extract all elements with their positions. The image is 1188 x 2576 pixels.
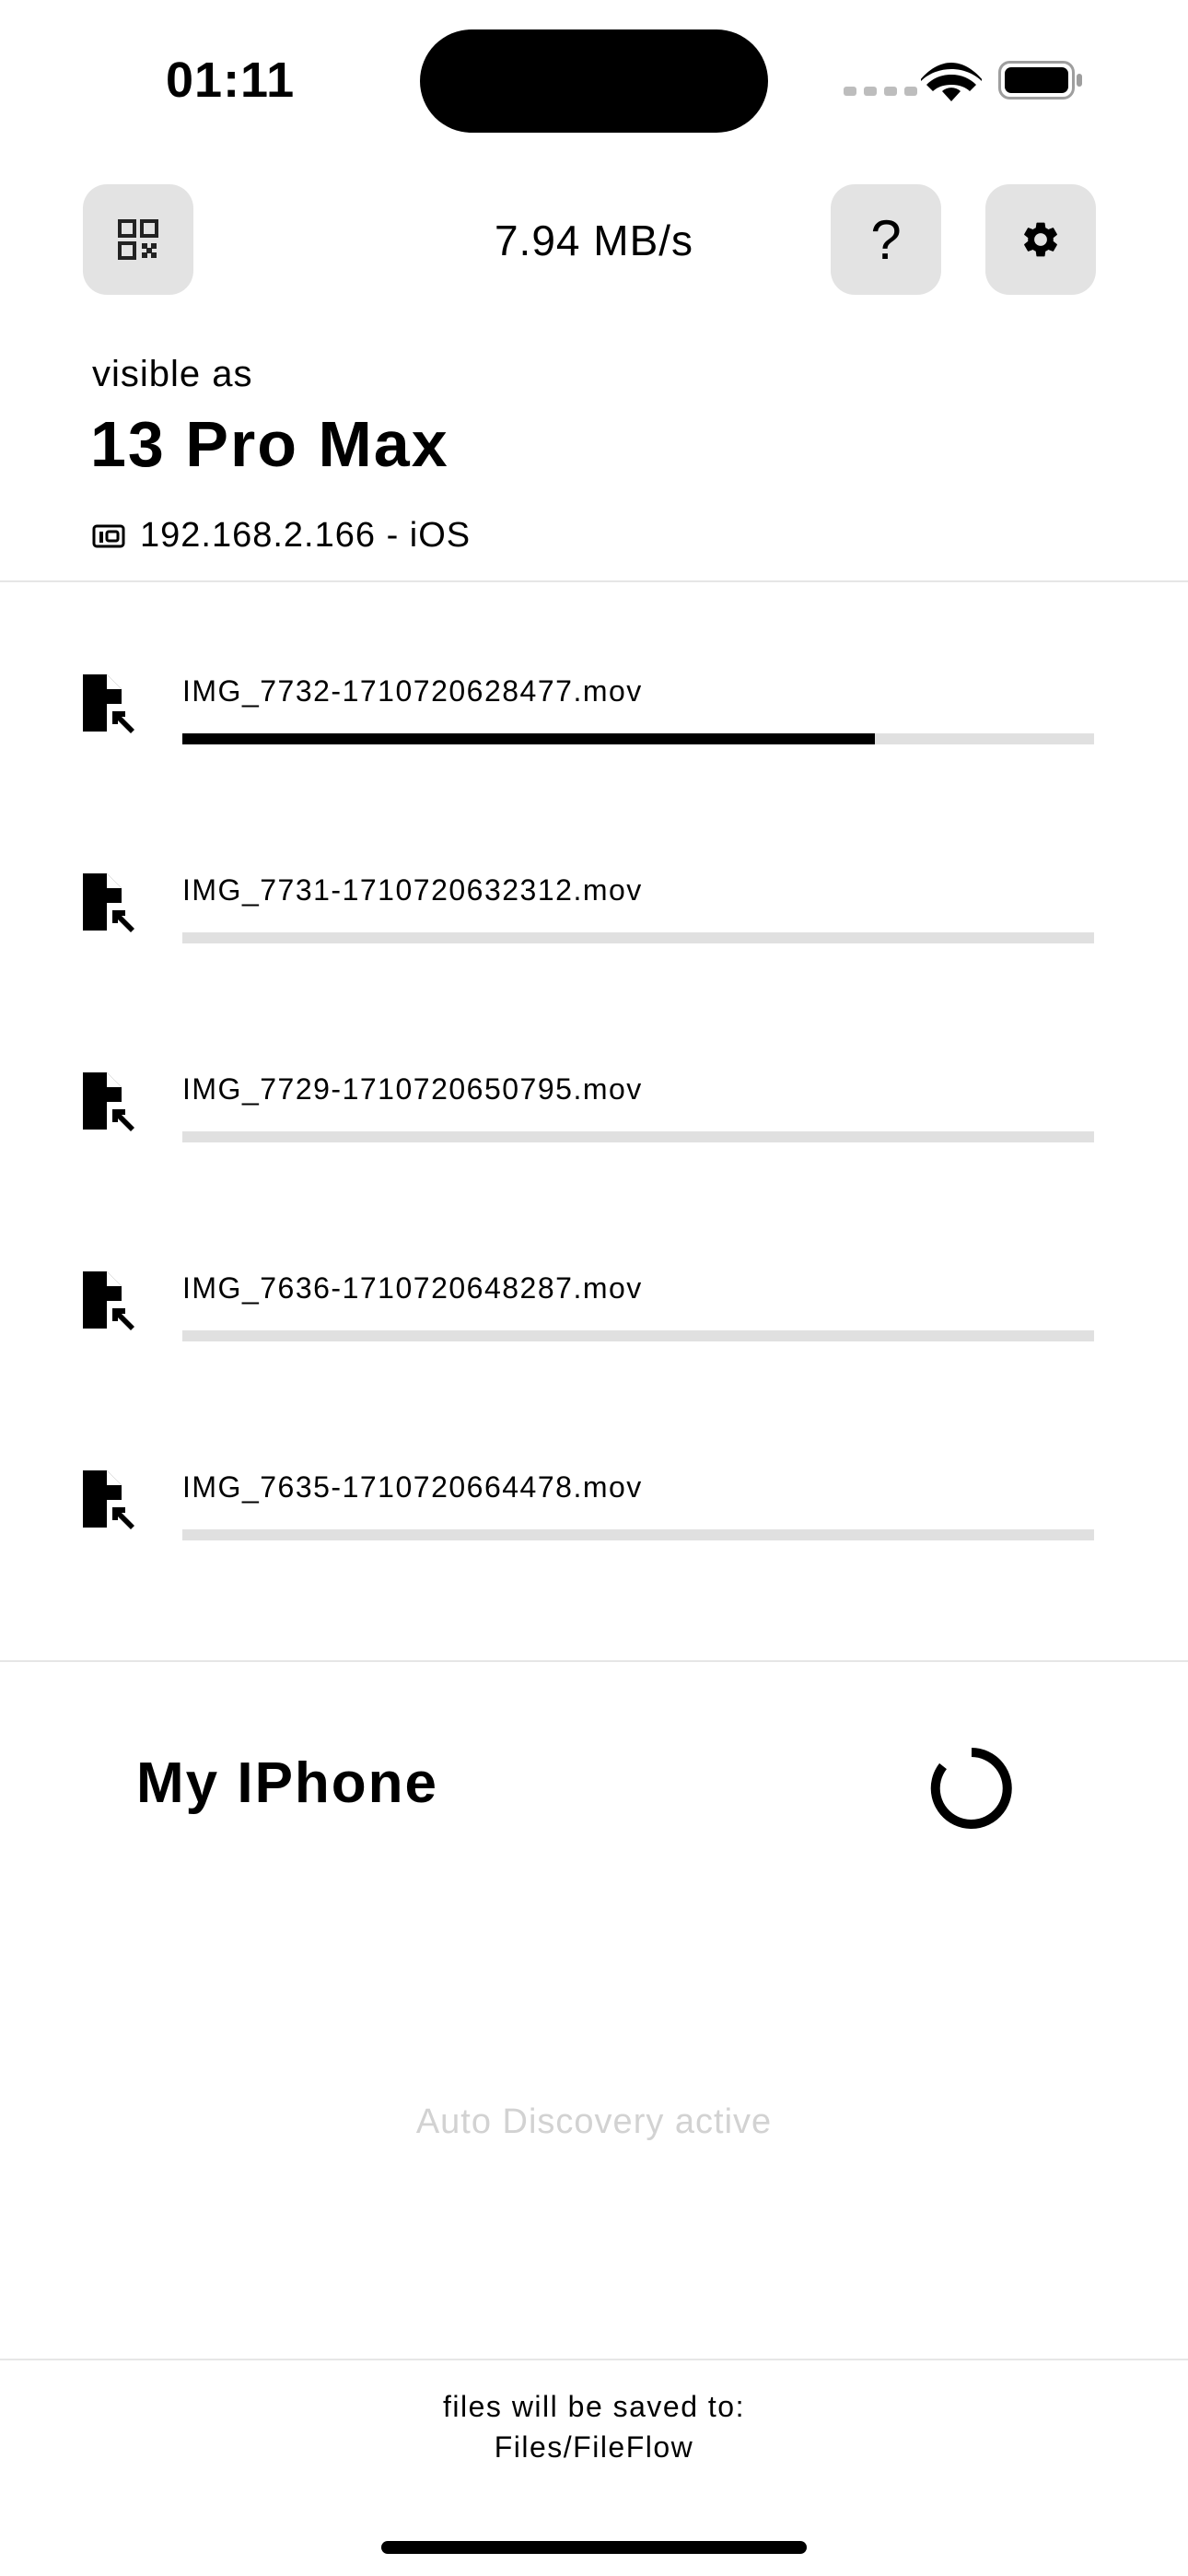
- file-name: IMG_7636-1710720648287.mov: [182, 1271, 643, 1305]
- cellular-signal-icon: [844, 87, 917, 96]
- progress-bar: [182, 932, 1094, 943]
- file-download-icon: [83, 873, 134, 932]
- save-location-path: Files/FileFlow: [494, 2430, 694, 2464]
- network-device-icon: [92, 524, 125, 547]
- wifi-icon: [921, 63, 982, 101]
- progress-bar: [182, 1131, 1094, 1142]
- transfer-item[interactable]: IMG_7635-1710720664478.mov: [0, 1467, 1188, 1605]
- home-indicator[interactable]: [381, 2541, 807, 2554]
- file-name: IMG_7729-1710720650795.mov: [182, 1072, 643, 1106]
- progress-bar: [182, 1529, 1094, 1540]
- divider: [0, 580, 1188, 582]
- file-download-icon: [83, 674, 134, 733]
- transfer-item[interactable]: IMG_7729-1710720650795.mov: [0, 1069, 1188, 1207]
- loading-spinner-icon: [930, 1748, 1012, 1829]
- transfer-item[interactable]: IMG_7732-1710720628477.mov: [0, 671, 1188, 809]
- file-download-icon: [83, 1271, 134, 1330]
- status-time: 01:11: [166, 53, 296, 108]
- save-location-label: files will be saved to:: [443, 2390, 745, 2423]
- divider: [0, 2359, 1188, 2360]
- progress-fill: [182, 733, 876, 744]
- file-name: IMG_7732-1710720628477.mov: [182, 674, 643, 708]
- help-button[interactable]: ?: [831, 184, 941, 295]
- file-download-icon: [83, 1072, 134, 1131]
- save-location: files will be saved to: Files/FileFlow: [0, 2386, 1188, 2467]
- dynamic-island: [420, 29, 768, 133]
- progress-bar: [182, 1330, 1094, 1341]
- auto-discovery-status: Auto Discovery active: [415, 2102, 773, 2141]
- divider: [0, 1660, 1188, 1662]
- visible-as-label: visible as: [92, 354, 253, 394]
- file-name: IMG_7635-1710720664478.mov: [182, 1470, 643, 1504]
- discovered-device-title[interactable]: My IPhone: [136, 1751, 438, 1816]
- transfer-item[interactable]: IMG_7636-1710720648287.mov: [0, 1268, 1188, 1406]
- transfer-item[interactable]: IMG_7731-1710720632312.mov: [0, 870, 1188, 1008]
- device-name: 13 Pro Max: [90, 408, 449, 480]
- help-icon: ?: [870, 208, 902, 271]
- file-name: IMG_7731-1710720632312.mov: [182, 873, 643, 907]
- settings-button[interactable]: [985, 184, 1096, 295]
- device-address: 192.168.2.166 - iOS: [92, 516, 471, 556]
- progress-bar: [182, 733, 1094, 744]
- battery-icon: [998, 61, 1082, 100]
- gear-icon: [1024, 222, 1057, 257]
- ip-address: 192.168.2.166 - iOS: [140, 516, 472, 555]
- file-download-icon: [83, 1470, 134, 1529]
